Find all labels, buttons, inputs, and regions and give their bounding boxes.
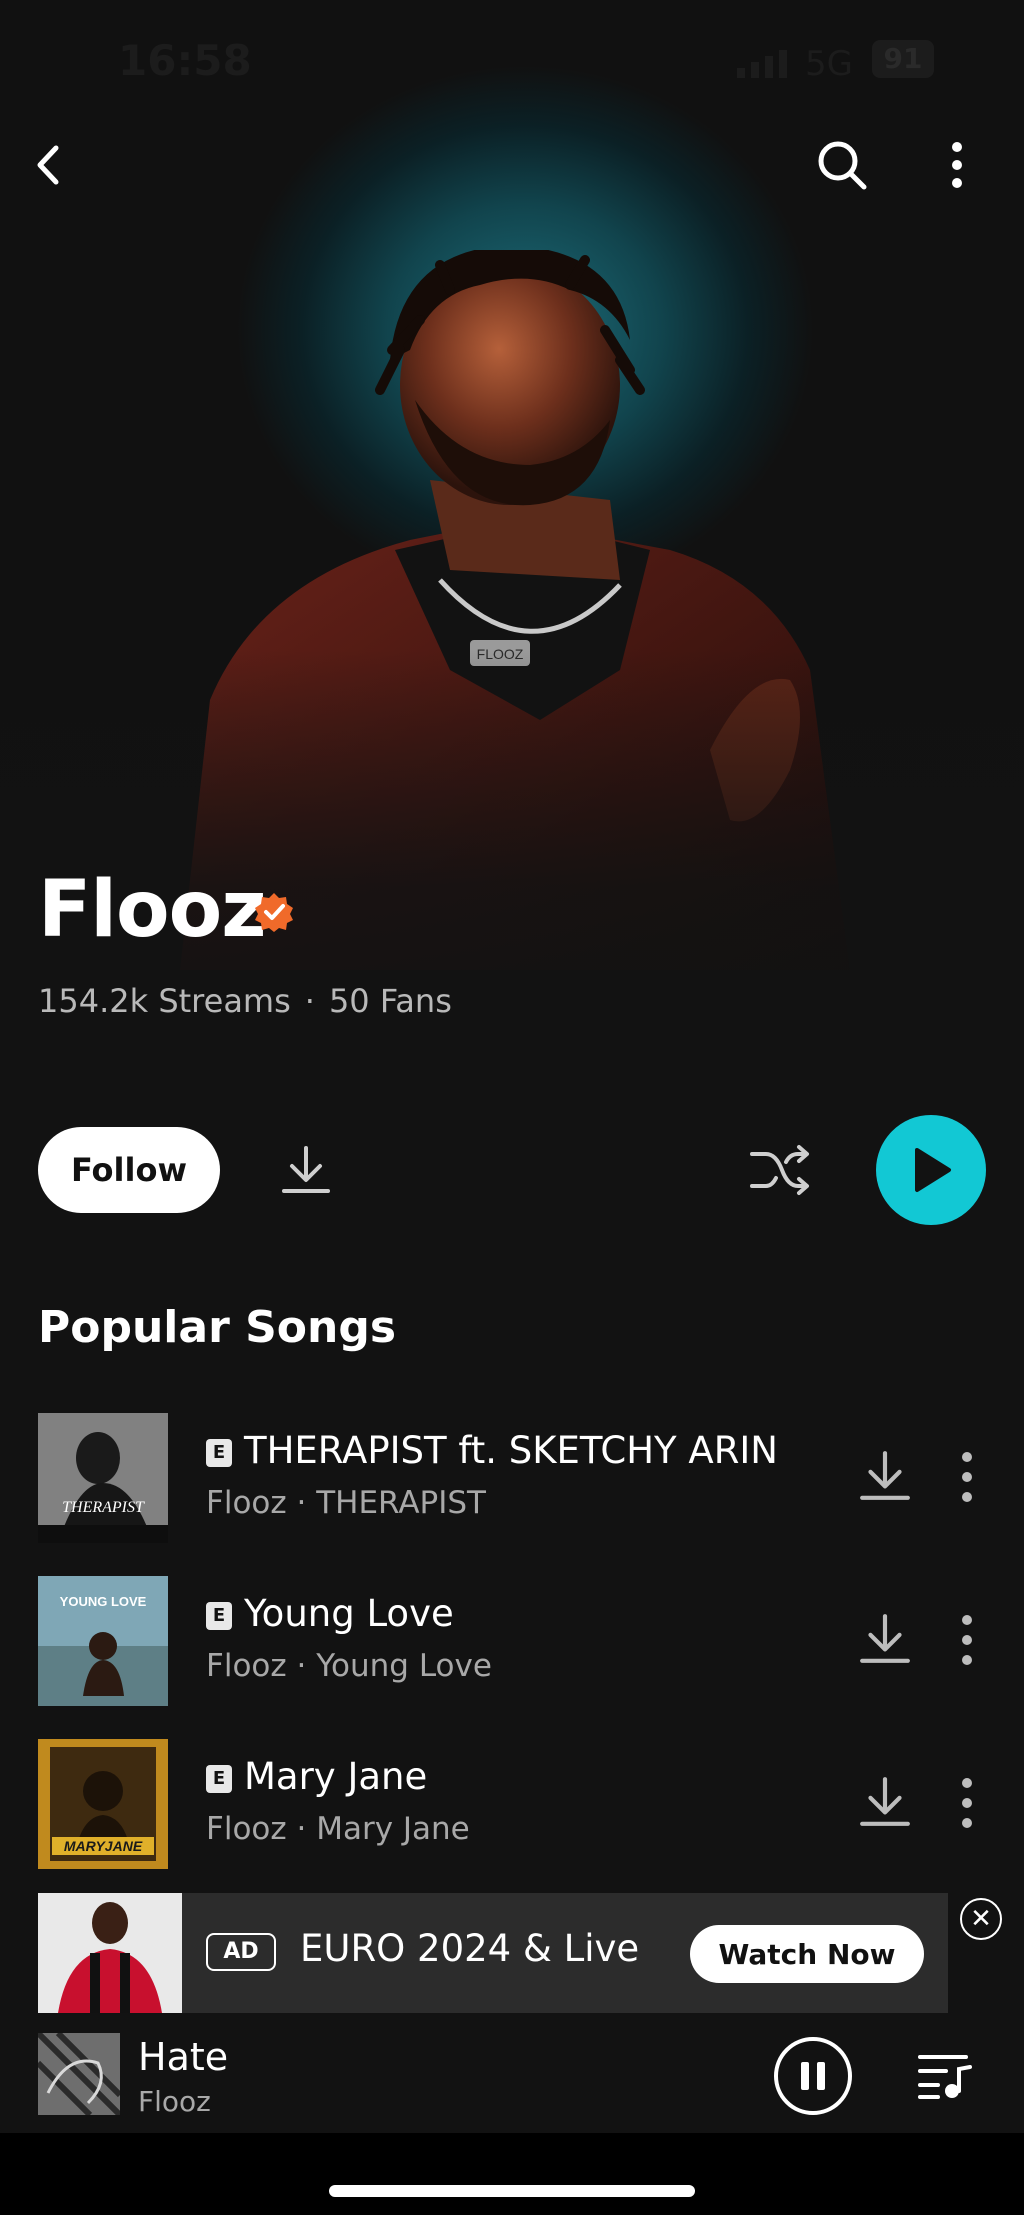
ad-banner[interactable]: AD EURO 2024 & Live Watch Now [38,1893,948,2013]
song-subtitle: Flooz · THERAPIST [206,1485,486,1521]
cover-text: THERAPIST [62,1499,145,1516]
network-type: 5G [805,44,853,84]
queue-icon [918,2055,972,2099]
search-icon [818,141,867,190]
more-options-button[interactable] [927,130,987,200]
fans-count: 50 Fans [328,982,452,1020]
streams-count: 154.2k Streams [38,982,291,1020]
watch-now-button[interactable]: Watch Now [690,1925,924,1983]
download-icon [860,1614,910,1663]
play-button[interactable] [876,1115,986,1225]
more-vertical-icon [952,142,962,188]
ad-image [38,1893,182,2013]
song-more-button[interactable] [950,1449,984,1509]
signal-icon [737,50,787,78]
song-subtitle: Flooz · Mary Jane [206,1811,470,1847]
explicit-badge: E [206,1602,232,1630]
back-button[interactable] [18,130,78,200]
more-vertical-icon [962,1452,972,1502]
song-title: Mary Jane [244,1755,428,1798]
status-time: 16:58 [118,36,252,85]
ad-close-button[interactable]: ✕ [960,1898,1002,1940]
song-title: Young Love [244,1592,454,1635]
stats-separator: · [304,982,315,1020]
search-button[interactable] [812,130,872,200]
song-more-button[interactable] [950,1612,984,1672]
now-playing-title: Hate [138,2035,229,2079]
download-icon [860,1777,910,1826]
artist-name: Flooz [38,865,267,955]
song-download-button[interactable] [858,1612,912,1670]
song-row[interactable]: MARYJANE E Mary Jane Flooz · Mary Jane [0,1739,1024,1869]
ad-title: EURO 2024 & Live [300,1927,640,1970]
cover-text: YOUNG LOVE [60,1594,147,1609]
play-icon [915,1148,951,1192]
song-download-button[interactable] [858,1449,912,1507]
explicit-badge: E [206,1765,232,1793]
pause-icon [801,2062,825,2090]
download-icon [860,1451,910,1500]
ad-label: AD [206,1933,276,1971]
pause-button[interactable] [774,2037,852,2115]
cover-text: MARYJANE [64,1838,143,1854]
home-indicator[interactable] [329,2185,695,2197]
artist-stats: 154.2k Streams · 50 Fans [38,982,452,1020]
status-bar: 16:58 5G 91 [0,30,1024,90]
now-playing-cover [38,2033,120,2115]
song-subtitle: Flooz · Young Love [206,1648,492,1684]
song-cover: THERAPIST [38,1413,168,1543]
battery-indicator: 91 [872,40,934,78]
popular-songs-title: Popular Songs [38,1302,397,1353]
song-more-button[interactable] [950,1775,984,1835]
song-row[interactable]: THERAPIST E THERAPIST ft. SKETCHY ARIN F… [0,1413,1024,1543]
song-cover: MARYJANE [38,1739,168,1869]
download-icon [282,1146,330,1193]
shuffle-button[interactable] [746,1136,814,1204]
more-vertical-icon [962,1615,972,1665]
now-playing-artist: Flooz [138,2085,211,2118]
more-vertical-icon [962,1778,972,1828]
close-icon: ✕ [970,1904,992,1934]
song-download-button[interactable] [858,1775,912,1833]
song-row[interactable]: YOUNG LOVE E Young Love Flooz · Young Lo… [0,1576,1024,1706]
shuffle-icon [750,1145,809,1195]
bottom-safe-area [0,2133,1024,2215]
song-title: THERAPIST ft. SKETCHY ARIN [244,1429,778,1472]
verified-badge-icon [255,893,293,932]
queue-button[interactable] [916,2049,972,2105]
back-icon [37,145,59,185]
song-cover: YOUNG LOVE [38,1576,168,1706]
mini-player[interactable]: Hate Flooz [0,2013,1024,2133]
follow-button[interactable]: Follow [38,1127,220,1213]
explicit-badge: E [206,1439,232,1467]
download-all-button[interactable] [276,1140,336,1200]
